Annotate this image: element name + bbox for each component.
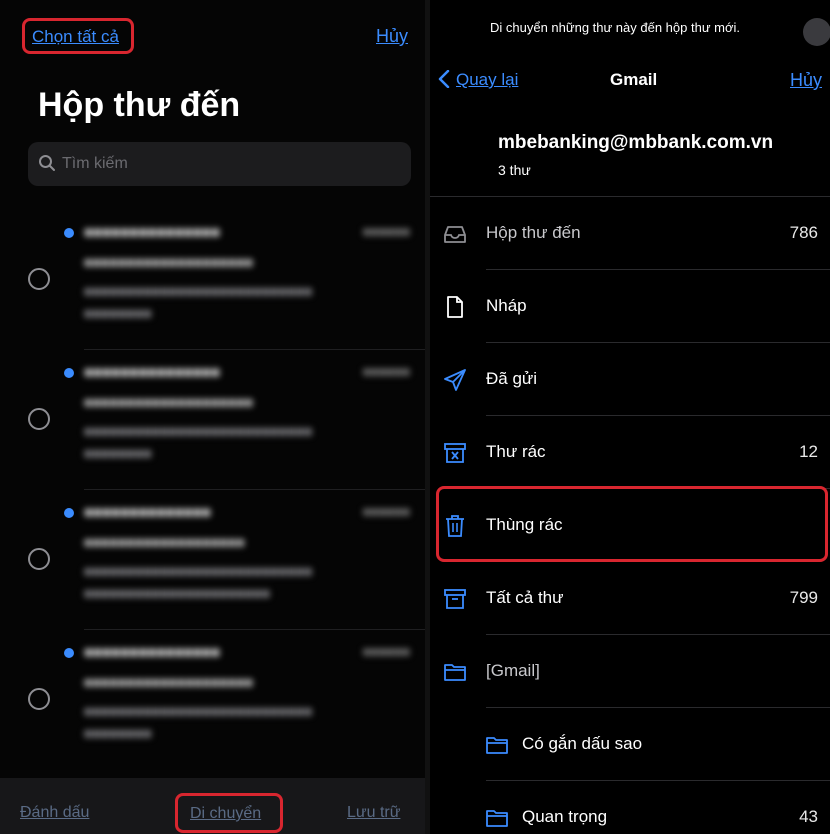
select-checkbox[interactable] [28,268,50,290]
folder-icon [486,810,508,827]
junk-icon [444,443,466,463]
sent-icon [444,369,466,391]
message-row[interactable]: ■■■■■■■■■■■■■■■ ■■■■■■ ■■■■■■■■■■■■■■■■■… [0,630,425,770]
move-button[interactable]: Di chuyển [175,793,283,833]
mailbox-label: Nháp [486,296,527,315]
account-email: mbebanking@mbbank.com.vn [498,132,774,153]
message-row[interactable]: ■■■■■■■■■■■■■■■ ■■■■■■ ■■■■■■■■■■■■■■■■■… [0,350,425,490]
message-row[interactable]: ■■■■■■■■■■■■■■ ■■■■■■ ■■■■■■■■■■■■■■■■■■… [0,490,425,630]
select-all-button[interactable]: Chọn tất cả [22,18,134,54]
mailbox-label: Tất cả thư [486,588,564,607]
mailbox-label: [Gmail] [486,661,540,680]
archive-button[interactable]: Lưu trữ [347,804,400,822]
blurred-message-content: ■■■■■■■■■■■■■■■ ■■■■■■ ■■■■■■■■■■■■■■■■■… [84,364,410,461]
mailbox-count: 799 [789,588,818,607]
mark-button[interactable]: Đánh dấu [20,804,89,822]
draft-icon [447,296,463,318]
blurred-message-content: ■■■■■■■■■■■■■■ ■■■■■■ ■■■■■■■■■■■■■■■■■■… [84,504,410,601]
blurred-message-content: ■■■■■■■■■■■■■■■ ■■■■■■ ■■■■■■■■■■■■■■■■■… [84,224,410,321]
unread-dot [64,368,74,378]
chevron-left-icon [438,69,450,89]
mailbox-label: Đã gửi [486,369,538,388]
page-title: Hộp thư đến [38,86,241,124]
nav-title: Gmail [610,70,658,89]
mailbox-row-drafts[interactable]: Nháp [430,270,830,343]
messages-preview-icon [803,18,830,46]
inbox-icon [444,226,466,243]
select-checkbox[interactable] [28,548,50,570]
search-field[interactable]: Tìm kiếm [28,142,411,186]
move-to-mailbox-panel: Di chuyển những thư này đến hộp thư mới.… [430,0,830,834]
mailbox-row-inbox[interactable]: Hộp thư đến 786 [430,197,830,270]
select-checkbox[interactable] [28,688,50,710]
search-icon [39,155,55,171]
cancel-button[interactable]: Hủy [790,70,822,91]
unread-dot [64,648,74,658]
folder-icon [444,664,466,681]
move-label: Di chuyển [190,805,262,822]
select-all-label: Chọn tất cả [32,27,119,46]
unread-dot [64,228,74,238]
trash-highlight-box [436,486,828,562]
mailbox-count: 43 [799,807,818,826]
select-checkbox[interactable] [28,408,50,430]
folder-icon [486,737,508,754]
mailbox-label: Hộp thư đến [486,223,581,242]
back-label: Quay lại [456,70,519,89]
bottom-toolbar: Đánh dấu Di chuyển Lưu trữ [0,778,425,834]
back-button[interactable]: Quay lại [438,69,519,90]
cancel-button[interactable]: Hủy [376,26,408,47]
blurred-message-content: ■■■■■■■■■■■■■■■ ■■■■■■ ■■■■■■■■■■■■■■■■■… [84,644,410,741]
mailbox-label: Thư rác [486,442,546,461]
message-row[interactable]: ■■■■■■■■■■■■■■■ ■■■■■■ ■■■■■■■■■■■■■■■■■… [0,210,425,350]
message-count: 3 thư [498,162,531,178]
mailbox-label: Quan trọng [522,807,608,826]
mailbox-row-sent[interactable]: Đã gửi [430,343,830,416]
inbox-panel: Chọn tất cả Hủy Hộp thư đến Tìm kiếm ■■■… [0,0,425,834]
search-placeholder: Tìm kiếm [62,155,128,172]
unread-dot [64,508,74,518]
mailbox-label: Có gắn dấu sao [522,734,643,753]
archive-icon [444,589,466,609]
mailbox-row-gmail[interactable]: [Gmail] [430,635,830,708]
mailbox-count: 12 [799,442,818,461]
mailbox-row-important[interactable]: Quan trọng 43 [430,781,830,834]
move-hint-text: Di chuyển những thư này đến hộp thư mới. [490,20,740,35]
mailbox-row-starred[interactable]: Có gắn dấu sao [430,708,830,781]
mailbox-row-all-mail[interactable]: Tất cả thư 799 [430,562,830,635]
mailbox-count: 786 [789,223,818,242]
mailbox-row-junk[interactable]: Thư rác 12 [430,416,830,489]
